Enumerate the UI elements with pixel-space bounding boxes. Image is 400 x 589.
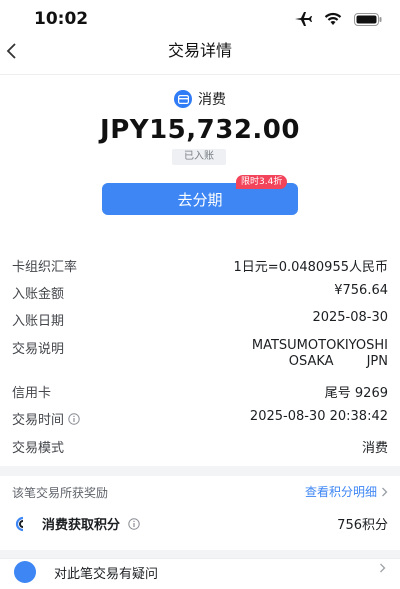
detail-label-text: 交易时间: [12, 413, 65, 428]
status-bar: 10:02: [0, 0, 400, 40]
promo-badge: 限时3.4折: [236, 175, 288, 189]
help-icon: [14, 561, 36, 583]
page-title: 交易详情: [167, 41, 232, 60]
points-value: 756积分: [337, 518, 388, 533]
detail-value: 消费: [361, 441, 388, 456]
info-icon[interactable]: [128, 517, 140, 530]
detail-value: 尾号 9269: [324, 386, 388, 401]
detail-value: 2025-08-30: [312, 310, 388, 325]
info-icon[interactable]: [68, 412, 80, 425]
transaction-details: 卡组织汇率 1日元=0.0480955人民币 入账金额 ¥756.64 入账日期…: [0, 234, 400, 466]
rewards-title: 该笔交易所获奖励: [12, 486, 109, 500]
detail-label: 入账日期: [12, 314, 65, 329]
points-icon: [15, 516, 24, 531]
detail-label: 交易时间: [12, 409, 80, 428]
card-icon: [174, 90, 192, 108]
detail-label: 入账金额: [12, 287, 65, 302]
detail-label: 交易说明: [12, 342, 65, 357]
section-divider: [0, 466, 400, 476]
detail-value: 1日元=0.0480955人民币: [233, 260, 388, 275]
transaction-type: 消费: [0, 89, 400, 109]
detail-value: ¥756.64: [334, 283, 388, 298]
status-badge: 已入账: [172, 149, 226, 165]
battery-icon: [354, 12, 382, 26]
detail-label: 信用卡: [12, 386, 52, 401]
chevron-right-icon: [382, 487, 388, 496]
airplane-icon: [295, 12, 312, 26]
view-points-link[interactable]: 查看积分明细: [305, 483, 388, 500]
transaction-summary: 消费 JPY15,732.00 已入账 去分期 限时3.4折: [0, 74, 400, 235]
points-label: 消费获取积分: [42, 518, 121, 533]
transaction-question-row[interactable]: 对此笔交易有疑问: [0, 558, 400, 589]
detail-label: 交易模式: [12, 441, 65, 456]
transaction-amount: JPY15,732.00: [100, 115, 300, 145]
points-row: 消费获取积分 756积分: [12, 514, 388, 534]
nav-bar: 交易详情: [0, 40, 400, 74]
detail-value: MATSUMOTOKIYOSHI: [251, 338, 388, 353]
rewards-section: 该笔交易所获奖励 查看积分明细 消费获取积分 756积分: [0, 476, 400, 550]
detail-value: 2025-08-30 20:38:42: [249, 409, 388, 424]
wifi-icon: [324, 12, 342, 25]
detail-value: OSAKA JPN: [288, 354, 388, 369]
status-time: 10:02: [34, 9, 89, 29]
transaction-type-label: 消费: [198, 92, 226, 108]
detail-label: 卡组织汇率: [12, 260, 78, 275]
status-icons: [294, 12, 382, 26]
points-label-group: 消费获取积分: [12, 514, 140, 533]
view-points-link-label: 查看积分明细: [304, 485, 377, 499]
chevron-right-icon: [380, 563, 386, 573]
transaction-question-label: 对此笔交易有疑问: [54, 567, 159, 582]
